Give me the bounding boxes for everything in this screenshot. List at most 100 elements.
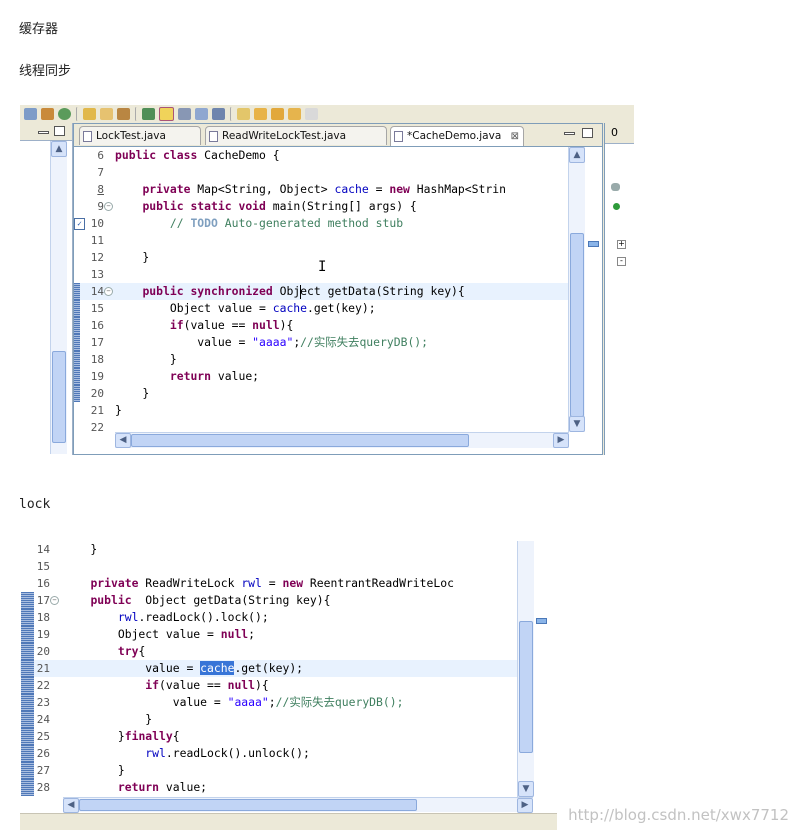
package-icon[interactable] — [41, 108, 54, 120]
code-line[interactable]: 15 Object value = cache.get(key); — [74, 300, 568, 317]
occurrence-marker[interactable] — [588, 241, 599, 247]
editor-horizontal-scrollbar[interactable]: ◀ ▶ — [115, 432, 569, 448]
minimize-icon[interactable] — [564, 132, 575, 135]
refresh-icon[interactable] — [58, 108, 71, 120]
code-line[interactable]: 23 value = "aaaa";//实际失去queryDB(); — [20, 694, 517, 711]
code-text: public static void main(String[] args) { — [142, 199, 417, 213]
back-icon[interactable] — [271, 108, 284, 120]
code-line[interactable]: 28 return value; — [20, 779, 517, 796]
scroll-down-arrow-icon[interactable]: ▼ — [518, 781, 534, 797]
scroll-right-arrow-icon[interactable]: ▶ — [553, 433, 569, 448]
forward-icon[interactable] — [288, 108, 301, 120]
code-line[interactable]: 21} — [74, 402, 568, 419]
scroll-thumb[interactable] — [519, 621, 533, 753]
scroll-down-arrow-icon[interactable]: ▼ — [569, 416, 585, 432]
left-view-scrollbar[interactable]: ▲ — [50, 141, 67, 454]
code-line[interactable]: 8 private Map<String, Object> cache = ne… — [74, 181, 568, 198]
code-line[interactable]: 14 } — [20, 541, 517, 558]
code-line[interactable]: 9− public static void main(String[] args… — [74, 198, 568, 215]
editor-vertical-scrollbar[interactable]: ▼ — [517, 541, 534, 797]
occurrence-marker[interactable] — [536, 618, 547, 624]
code-area[interactable]: 6 public class CacheDemo {7 8 private Map<… — [74, 147, 568, 432]
tab-readwritelocktest[interactable]: ReadWriteLockTest.java — [205, 126, 387, 145]
annotation-icon[interactable] — [237, 108, 250, 120]
tab-cachedemo[interactable]: *CacheDemo.java ⊠ — [390, 126, 524, 146]
fold-collapse-icon[interactable]: − — [104, 287, 113, 296]
code-line[interactable]: 20 try{ — [20, 643, 517, 660]
scroll-thumb[interactable] — [52, 351, 66, 443]
code-text: } — [115, 352, 177, 366]
editor-horizontal-scrollbar[interactable]: ◀ ▶ — [63, 797, 533, 813]
scroll-right-arrow-icon[interactable]: ▶ — [517, 798, 533, 813]
code-line[interactable]: 16 if(value == null){ — [74, 317, 568, 334]
line-number: 17 — [90, 336, 104, 349]
scroll-up-arrow-icon[interactable]: ▲ — [569, 147, 585, 163]
code-text: try{ — [117, 644, 146, 658]
code-line[interactable]: 27 } — [20, 762, 517, 779]
code-line[interactable]: 19 return value; — [74, 368, 568, 385]
code-text: // TODO Auto-generated method stub — [169, 216, 404, 230]
editor-tabs: LockTest.java ReadWriteLockTest.java *Ca… — [74, 124, 602, 147]
fold-collapse-icon[interactable]: − — [104, 202, 113, 211]
line-number: 20 — [36, 645, 50, 658]
console-icon[interactable] — [195, 108, 208, 120]
debug-icon[interactable] — [178, 108, 191, 120]
maximize-icon[interactable] — [54, 126, 65, 136]
outline-tab[interactable]: 0 — [605, 123, 634, 144]
expand-icon[interactable]: + — [617, 240, 626, 249]
code-line[interactable]: 20 } — [74, 385, 568, 402]
code-text: value = "aaaa";//实际失去queryDB(); — [63, 695, 404, 709]
editor-vertical-scrollbar[interactable]: ▲ ▼ — [568, 147, 585, 432]
scroll-thumb[interactable] — [570, 233, 584, 417]
scroll-thumb[interactable] — [79, 799, 417, 811]
code-line[interactable]: 24 } — [20, 711, 517, 728]
code-line[interactable]: 15 — [20, 558, 517, 575]
code-text: } — [115, 403, 122, 417]
collapse-icon[interactable]: - — [617, 257, 626, 266]
highlight-icon[interactable] — [159, 107, 174, 121]
line-number: 22 — [90, 421, 104, 432]
code-line[interactable]: 11 — [74, 232, 568, 249]
right-view-pane: 0 + - — [604, 123, 634, 455]
code-line[interactable]: 6 public class CacheDemo { — [74, 147, 568, 164]
open-type-icon[interactable] — [24, 108, 37, 120]
code-line[interactable]: 10 ✓ // TODO Auto-generated method stub — [74, 215, 568, 232]
scroll-left-arrow-icon[interactable]: ◀ — [63, 798, 79, 813]
close-tab-icon[interactable]: ⊠ — [511, 127, 519, 146]
tools-icon[interactable] — [117, 108, 130, 120]
code-line[interactable]: 16 private ReadWriteLock rwl = new Reent… — [20, 575, 517, 592]
scroll-thumb[interactable] — [131, 434, 469, 447]
maximize-icon[interactable] — [582, 128, 593, 138]
minimize-icon[interactable] — [38, 131, 49, 134]
outline-icon[interactable] — [212, 108, 225, 120]
code-line[interactable]: 18 rwl.readLock().lock(); — [20, 609, 517, 626]
folder-icon[interactable] — [100, 108, 113, 120]
task-marker-icon[interactable]: ✓ — [74, 218, 85, 230]
run-icon[interactable] — [142, 108, 155, 120]
scroll-up-arrow-icon[interactable]: ▲ — [51, 141, 67, 157]
code-line[interactable]: 17 value = "aaaa";//实际失去queryDB(); — [74, 334, 568, 351]
tab-locktest[interactable]: LockTest.java — [79, 126, 201, 145]
green-dot-icon — [613, 203, 620, 210]
code-line[interactable]: 22 — [74, 419, 568, 432]
toolbar-separator — [230, 107, 233, 121]
java-file-icon — [394, 131, 403, 142]
code-line[interactable]: 7 — [74, 164, 568, 181]
line-number: 12 — [90, 251, 104, 264]
code-area[interactable]: 14 } 15 16 private ReadWriteLock rwl = new… — [20, 541, 517, 797]
next-annotation-icon[interactable] — [254, 108, 267, 120]
code-line[interactable]: 26 rwl.readLock().unlock(); — [20, 745, 517, 762]
tab-label: ReadWriteLockTest.java — [222, 130, 347, 142]
open-folder-icon[interactable] — [83, 108, 96, 120]
code-line[interactable]: 22 if(value == null){ — [20, 677, 517, 694]
code-line[interactable]: 18 } — [74, 351, 568, 368]
fold-collapse-icon[interactable]: − — [50, 596, 59, 605]
scroll-left-arrow-icon[interactable]: ◀ — [115, 433, 131, 448]
code-line[interactable]: 25 }finally{ — [20, 728, 517, 745]
code-line[interactable]: 21 value = cache.get(key); — [20, 660, 517, 677]
code-text: rwl.readLock().unlock(); — [145, 746, 310, 760]
code-line[interactable]: 19 Object value = null; — [20, 626, 517, 643]
eclipse-screenshot-readlock: 14 } 15 16 private ReadWriteLock rwl = new… — [20, 541, 557, 830]
code-line[interactable]: 17− public Object getData(String key){ — [20, 592, 517, 609]
code-line[interactable]: 14− public synchronized Object getData(S… — [74, 283, 568, 300]
